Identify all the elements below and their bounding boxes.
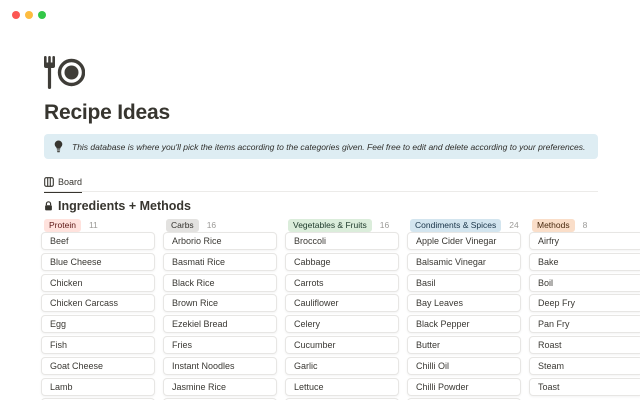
board-card[interactable]: Carrots (285, 274, 399, 292)
board-card[interactable]: Beef (41, 232, 155, 250)
board-card[interactable]: Goat Cheese (41, 357, 155, 375)
lightbulb-icon (54, 140, 63, 153)
column-count: 24 (509, 220, 518, 230)
board-card[interactable]: Cucumber (285, 336, 399, 354)
board-card[interactable]: Apple Cider Vinegar (407, 232, 521, 250)
column-count: 11 (89, 220, 98, 230)
board-card[interactable]: Chicken Carcass (41, 294, 155, 312)
column-badge[interactable]: Methods (532, 219, 575, 232)
board-card[interactable]: Bay Leaves (407, 294, 521, 312)
board-card[interactable]: Jasmine Rice (163, 378, 277, 396)
board-card[interactable]: Black Rice (163, 274, 277, 292)
board-card[interactable]: Instant Noodles (163, 357, 277, 375)
board-card[interactable]: Boil (529, 274, 640, 292)
board-card[interactable]: Pan Fry (529, 315, 640, 333)
column-header: Methods 8 (529, 218, 640, 232)
board-card[interactable]: Arborio Rice (163, 232, 277, 250)
board-icon (44, 177, 54, 187)
board-card[interactable]: Ezekiel Bread (163, 315, 277, 333)
board-column-methods: Methods 8 Airfry Bake Boil Deep Fry Pan Fry Roa… (529, 218, 640, 400)
board-card[interactable]: Basil (407, 274, 521, 292)
column-count: 8 (583, 220, 588, 230)
board-card[interactable]: Celery (285, 315, 399, 333)
board-card[interactable]: Egg (41, 315, 155, 333)
column-header: Carbs 16 (163, 218, 277, 232)
board-card[interactable]: Basmati Rice (163, 253, 277, 271)
column-count: 16 (380, 220, 389, 230)
board-card[interactable]: Fish (41, 336, 155, 354)
column-badge[interactable]: Vegetables & Fruits (288, 219, 372, 232)
fork-and-plate-icon[interactable] (44, 56, 85, 89)
board-card[interactable]: Lamb (41, 378, 155, 396)
board-card[interactable]: Black Pepper (407, 315, 521, 333)
column-count: 16 (207, 220, 216, 230)
close-window-button[interactable] (12, 11, 20, 19)
board-card[interactable]: Brown Rice (163, 294, 277, 312)
board-card[interactable]: Chilli Powder (407, 378, 521, 396)
window-controls (12, 11, 46, 19)
tab-board-label: Board (58, 177, 82, 187)
column-header: Vegetables & Fruits 16 (285, 218, 399, 232)
board-column-protein: Protein 11 Beef Blue Cheese Chicken Chicken C… (41, 218, 155, 400)
database-title: Ingredients + Methods (58, 199, 191, 213)
column-badge[interactable]: Condiments & Spices (410, 219, 501, 232)
minimize-window-button[interactable] (25, 11, 33, 19)
page-title[interactable]: Recipe Ideas (44, 101, 170, 125)
board-card[interactable]: Blue Cheese (41, 253, 155, 271)
board-card[interactable]: Fries (163, 336, 277, 354)
board-card[interactable]: Cabbage (285, 253, 399, 271)
board-card[interactable]: Roast (529, 336, 640, 354)
column-header: Protein 11 (41, 218, 155, 232)
board-card[interactable]: Toast (529, 378, 640, 396)
zoom-window-button[interactable] (38, 11, 46, 19)
tabs-divider (44, 191, 598, 192)
board-card[interactable]: Airfry (529, 232, 640, 250)
board-card[interactable]: Chicken (41, 274, 155, 292)
column-badge[interactable]: Carbs (166, 219, 199, 232)
board-card[interactable]: Lettuce (285, 378, 399, 396)
board-column-carbs: Carbs 16 Arborio Rice Basmati Rice Black Ric… (163, 218, 277, 400)
board-card[interactable]: Bake (529, 253, 640, 271)
board-view: Protein 11 Beef Blue Cheese Chicken Chicken C… (41, 218, 640, 400)
board-column-condiments-spices: Condiments & Spices 24 Apple Cider Vinegar… (407, 218, 521, 400)
board-card[interactable]: Balsamic Vinegar (407, 253, 521, 271)
board-card[interactable]: Garlic (285, 357, 399, 375)
board-card[interactable]: Butter (407, 336, 521, 354)
board-card[interactable]: Chilli Oil (407, 357, 521, 375)
board-card[interactable]: Deep Fry (529, 294, 640, 312)
board-card[interactable]: Cauliflower (285, 294, 399, 312)
lock-icon (44, 201, 53, 211)
callout: This database is where you'll pick the i… (44, 134, 598, 159)
column-header: Condiments & Spices 24 (407, 218, 521, 232)
board-card[interactable]: Broccoli (285, 232, 399, 250)
database-heading: Ingredients + Methods (44, 199, 191, 213)
board-card[interactable]: Steam (529, 357, 640, 375)
notion-window: Recipe Ideas This database is where you'… (0, 0, 640, 400)
column-badge[interactable]: Protein (44, 219, 81, 232)
board-column-vegetables-fruits: Vegetables & Fruits 16 Broccoli Cabbage Carr… (285, 218, 399, 400)
callout-text: This database is where you'll pick the i… (72, 142, 585, 152)
